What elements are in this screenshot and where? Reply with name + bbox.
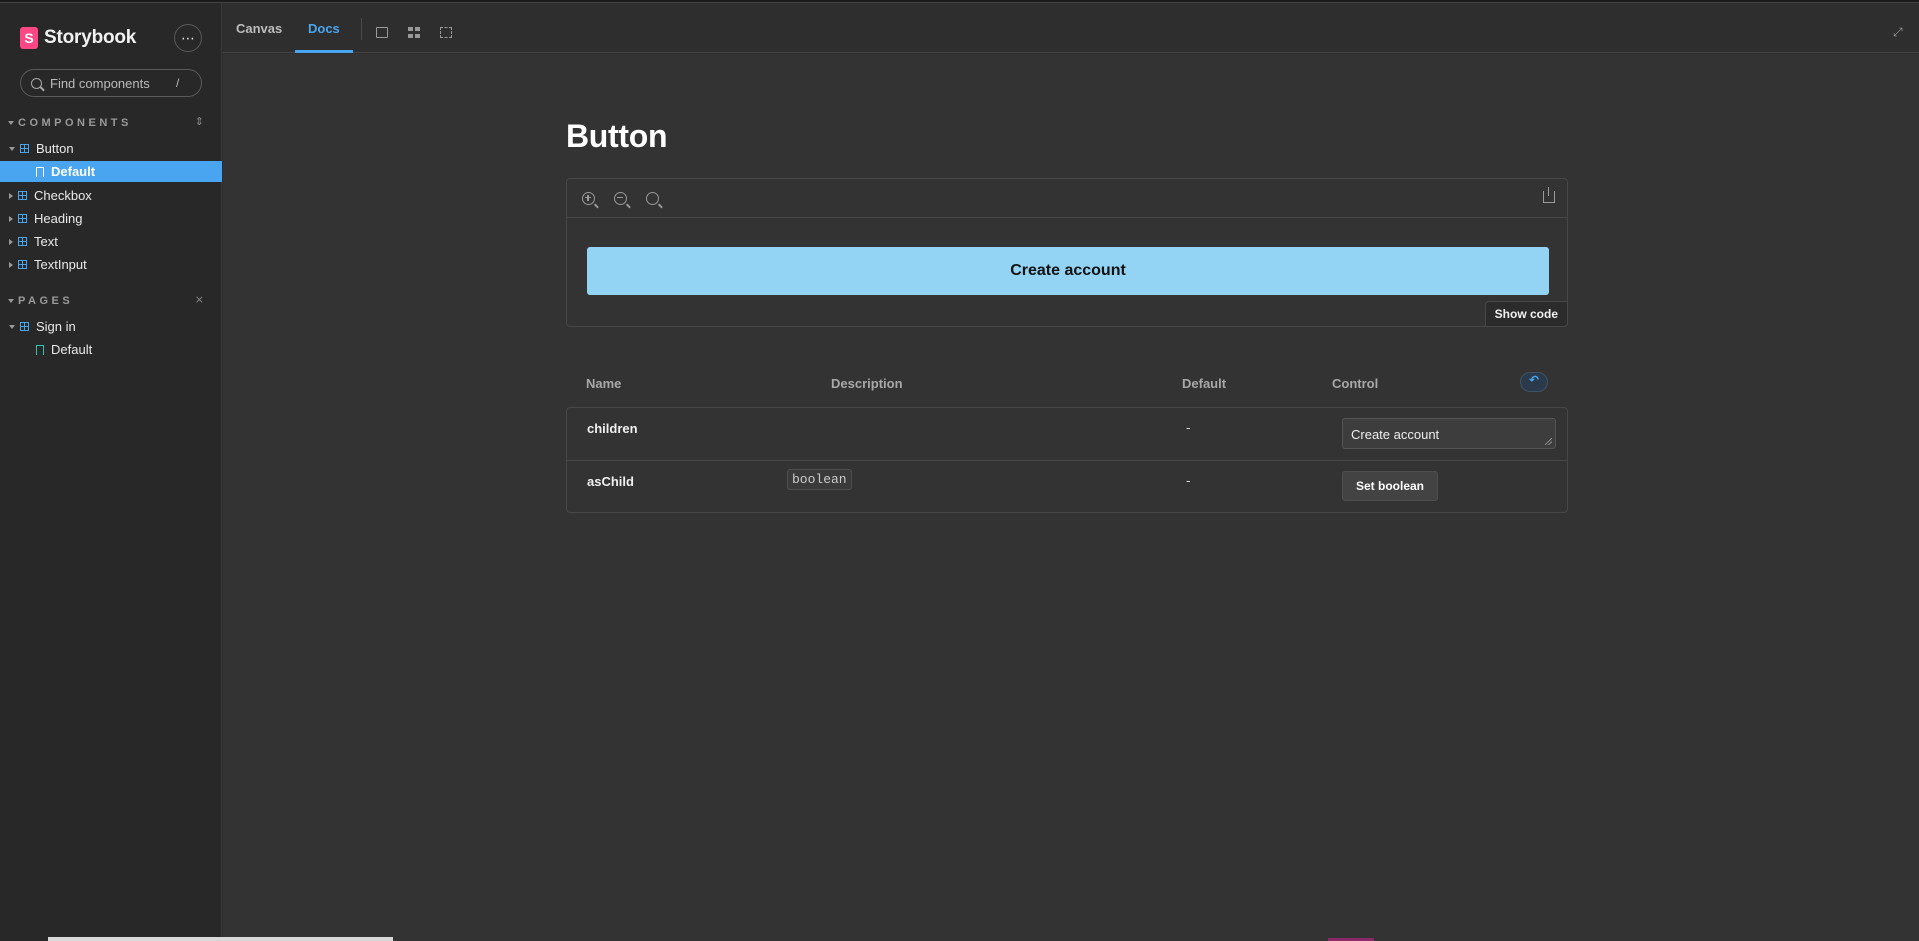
components-section-title: COMPONENTS <box>18 117 132 129</box>
tree-item-sign-in-default[interactable]: Default <box>0 339 222 360</box>
tree-item-label: Heading <box>34 211 83 226</box>
tree-item-text[interactable]: Text <box>0 231 222 252</box>
tree-item-checkbox[interactable]: Checkbox <box>0 185 222 206</box>
more-options-button[interactable]: ⋯ <box>174 24 202 52</box>
header-name: Name <box>586 376 622 391</box>
tab-docs[interactable]: Docs <box>295 3 353 53</box>
collapse-caret-icon <box>8 121 14 125</box>
page-title: Button <box>566 118 668 154</box>
story-preview: Create account Show code <box>566 178 1568 327</box>
zoom-out-icon[interactable] <box>614 192 627 205</box>
fullscreen-icon[interactable]: ⤢ <box>1893 26 1905 38</box>
expand-collapse-all-icon[interactable]: ⇕ <box>195 115 204 128</box>
component-icon <box>18 191 27 200</box>
search-icon <box>31 77 42 89</box>
component-icon <box>20 322 29 331</box>
grid-icon[interactable] <box>408 27 420 38</box>
header-control: Control <box>1332 376 1379 391</box>
collapsed-caret-icon <box>9 215 13 222</box>
sidebar: S Storybook ⋯ / COMPONENTS ⇕ Button Defa… <box>0 3 222 941</box>
table-row: children - Create account <box>567 408 1567 460</box>
tree-item-heading[interactable]: Heading <box>0 208 222 229</box>
tree-item-label: Default <box>51 342 93 357</box>
component-icon <box>20 144 29 153</box>
search-shortcut-key: / <box>176 76 180 90</box>
expanded-caret-icon <box>9 146 15 151</box>
tab-canvas[interactable]: Canvas <box>223 3 295 53</box>
children-control-value: Create account <box>1351 427 1440 442</box>
undo-icon: ↶ <box>1528 373 1540 387</box>
tree-item-button[interactable]: Button <box>0 138 222 159</box>
tree-item-label: Text <box>34 234 58 249</box>
brand-name: Storybook <box>44 27 137 48</box>
arg-default: - <box>1186 420 1191 435</box>
reset-controls-button[interactable]: ↶ <box>1520 372 1548 392</box>
resize-handle-icon[interactable] <box>1545 438 1552 445</box>
zoom-in-icon[interactable] <box>582 192 595 205</box>
tree-item-label: Default <box>51 164 96 179</box>
tree-item-label: Sign in <box>36 319 76 334</box>
set-boolean-button[interactable]: Set boolean <box>1342 471 1439 501</box>
outline-icon[interactable] <box>440 27 452 38</box>
tree-item-textinput[interactable]: TextInput <box>0 254 222 275</box>
share-icon[interactable] <box>1543 187 1555 203</box>
table-row: asChild boolean - Set boolean <box>567 460 1567 512</box>
collapse-all-icon[interactable]: ⨯ <box>195 293 204 306</box>
docs-panel: Button Create account Show code Name Des… <box>223 54 1919 941</box>
pages-section-title: PAGES <box>18 295 74 307</box>
component-icon <box>18 260 27 269</box>
search-box[interactable]: / <box>20 69 202 97</box>
preview-toolbar <box>567 179 1567 218</box>
tree-item-sign-in[interactable]: Sign in <box>0 316 222 337</box>
args-table: children - Create account asChild boolea… <box>566 407 1568 513</box>
storybook-logo-icon: S <box>20 27 38 49</box>
tree-item-label: TextInput <box>34 257 87 272</box>
bottom-scrollbar[interactable] <box>48 937 393 941</box>
arg-name: asChild <box>587 474 634 489</box>
pages-section-header[interactable]: PAGES ⨯ <box>8 293 204 307</box>
collapsed-caret-icon <box>9 238 13 245</box>
create-account-button[interactable]: Create account <box>587 247 1549 295</box>
tree-item-label: Button <box>36 141 74 156</box>
toolbar: Canvas Docs ⤢ <box>223 3 1919 53</box>
args-table-header: Name Description Default Control ↶ <box>566 372 1568 402</box>
zoom-reset-icon[interactable] <box>646 192 659 205</box>
header-default: Default <box>1182 376 1227 391</box>
children-text-control[interactable]: Create account <box>1342 418 1556 449</box>
arg-type-chip: boolean <box>787 469 852 490</box>
search-input[interactable] <box>50 75 170 91</box>
image-icon[interactable] <box>376 27 388 38</box>
arg-name: children <box>587 421 638 436</box>
collapse-caret-icon <box>8 299 14 303</box>
show-code-button[interactable]: Show code <box>1484 301 1568 327</box>
expanded-caret-icon <box>9 324 15 329</box>
components-section-header[interactable]: COMPONENTS ⇕ <box>8 115 204 129</box>
toolbar-divider <box>361 18 362 40</box>
header-description: Description <box>831 376 903 391</box>
collapsed-caret-icon <box>9 261 13 268</box>
tree-item-button-default[interactable]: Default <box>0 161 222 182</box>
collapsed-caret-icon <box>9 192 13 199</box>
brand[interactable]: S Storybook <box>20 27 136 49</box>
bookmark-icon <box>36 344 44 355</box>
component-icon <box>18 237 27 246</box>
component-icon <box>18 214 27 223</box>
tree-item-label: Checkbox <box>34 188 92 203</box>
arg-default: - <box>1186 473 1191 488</box>
bookmark-icon <box>36 166 44 177</box>
